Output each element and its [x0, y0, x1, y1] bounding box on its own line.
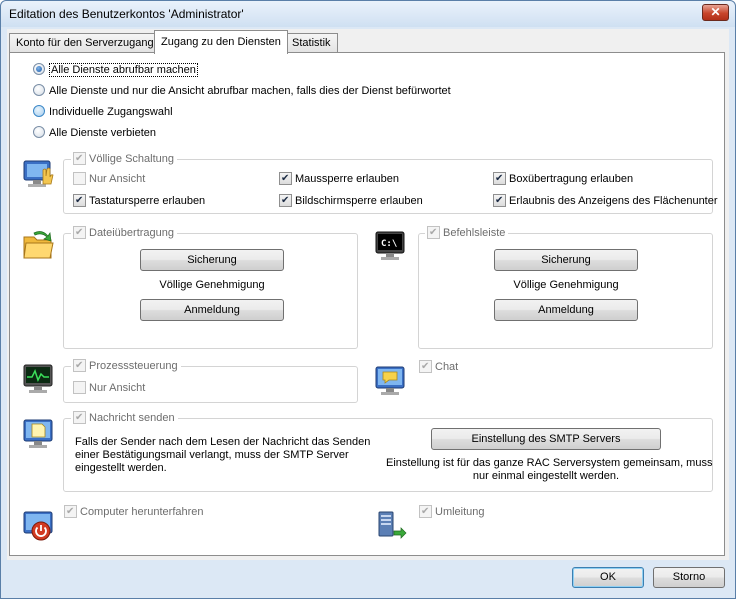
checkbox[interactable]	[73, 381, 86, 394]
checkbox[interactable]	[73, 172, 86, 185]
shutdown-icon	[23, 511, 53, 541]
checkbox-label: Chat	[435, 361, 459, 373]
radio-label: Alle Dienste und nur die Ansicht abrufba…	[49, 85, 451, 97]
command-line-legend[interactable]: Befehlsleiste	[425, 226, 509, 242]
legend-label: Nachricht senden	[89, 412, 175, 424]
file-transfer-checkbox[interactable]	[73, 226, 86, 239]
tab-service-access[interactable]: Zugang zu den Diensten	[154, 30, 288, 54]
close-button[interactable]: ✕	[702, 4, 729, 21]
radio-button[interactable]	[33, 63, 45, 75]
tab-statistics[interactable]: Statistik	[285, 33, 338, 53]
legend-label: Befehlsleiste	[443, 227, 506, 239]
checkbox-label: Tastatursperre erlauben	[89, 195, 206, 207]
process-control-checkbox[interactable]	[73, 359, 86, 372]
file-transfer-permission-text: Völlige Genehmigung	[159, 279, 265, 291]
radio-label: Alle Dienste verbieten	[49, 127, 157, 139]
svg-text:C:\: C:\	[381, 239, 397, 249]
radio-button[interactable]	[33, 84, 45, 96]
radio-individual-access[interactable]: Individuelle Zugangswahl	[33, 105, 173, 121]
full-control-checkbox[interactable]	[73, 152, 86, 165]
checkbox[interactable]	[419, 360, 432, 373]
checkbox-shutdown[interactable]: Computer herunterfahren	[64, 505, 204, 521]
checkbox[interactable]	[279, 172, 292, 185]
smtp-note: Einstellung ist für das ganze RAC Server…	[386, 457, 713, 483]
title-bar[interactable]: Editation des Benutzerkontos 'Administra…	[1, 1, 735, 27]
checkbox-label: Computer herunterfahren	[80, 506, 204, 518]
checkbox-show-desktop[interactable]: Erlaubnis des Anzeigens des Flächenunter	[493, 194, 718, 210]
checkbox[interactable]	[493, 172, 506, 185]
redirect-icon	[378, 511, 407, 539]
note-line: Einstellung ist für das ganze RAC Server…	[386, 457, 713, 469]
checkbox-label: Maussperre erlauben	[295, 173, 399, 185]
remote-control-icon	[23, 160, 54, 187]
checkbox[interactable]	[279, 194, 292, 207]
file-transfer-login-button[interactable]: Anmeldung	[140, 299, 284, 321]
radio-button[interactable]	[33, 105, 45, 117]
note-line: nur einmal eingestellt werden.	[472, 470, 620, 482]
checkbox-label: Boxübertragung erlauben	[509, 173, 634, 185]
ok-button[interactable]: OK	[572, 567, 644, 588]
checkbox[interactable]	[493, 194, 506, 207]
file-transfer-legend[interactable]: Dateiübertragung	[71, 226, 178, 242]
command-line-security-button[interactable]: Sicherung	[494, 249, 638, 271]
tab-label: Konto für den Serverzugang	[16, 37, 154, 49]
checkbox-process-view-only[interactable]: Nur Ansicht	[73, 381, 145, 397]
checkbox-label: Bildschirmsperre erlauben	[295, 195, 423, 207]
radio-button[interactable]	[33, 126, 45, 138]
checkbox-label: Erlaubnis des Anzeigens des Flächenunter	[509, 195, 718, 207]
process-control-legend[interactable]: Prozesssteuerung	[71, 359, 181, 375]
checkbox-label: Umleitung	[435, 506, 485, 518]
command-line-permission-text: Völlige Genehmigung	[513, 279, 619, 291]
command-line-login-button[interactable]: Anmeldung	[494, 299, 638, 321]
checkbox-mouse-lock[interactable]: Maussperre erlauben	[279, 172, 399, 188]
description-line: einer Bestätigungsmail verlangt, muss de…	[75, 449, 349, 461]
radio-all-services[interactable]: Alle Dienste abrufbar machen	[33, 63, 198, 79]
legend-label: Prozesssteuerung	[89, 360, 178, 372]
file-transfer-security-button[interactable]: Sicherung	[140, 249, 284, 271]
legend-label: Dateiübertragung	[89, 227, 175, 239]
send-message-checkbox[interactable]	[73, 411, 86, 424]
smtp-description: Falls der Sender nach dem Lesen der Nach…	[75, 436, 370, 475]
checkbox[interactable]	[419, 505, 432, 518]
send-message-legend[interactable]: Nachricht senden	[71, 411, 178, 427]
command-line-icon: C:\	[375, 231, 405, 260]
radio-view-only-services[interactable]: Alle Dienste und nur die Ansicht abrufba…	[33, 84, 451, 100]
smtp-settings-button[interactable]: Einstellung des SMTP Servers	[431, 428, 661, 450]
checkbox-redirect[interactable]: Umleitung	[419, 505, 485, 521]
chat-icon	[375, 366, 405, 395]
checkbox-chat[interactable]: Chat	[419, 360, 458, 376]
radio-deny-all[interactable]: Alle Dienste verbieten	[33, 126, 156, 142]
process-monitor-icon	[23, 364, 53, 393]
cancel-button[interactable]: Storno	[653, 567, 725, 588]
checkbox[interactable]	[64, 505, 77, 518]
description-line: eingestellt werden.	[75, 462, 167, 474]
checkbox-label: Nur Ansicht	[89, 382, 146, 394]
checkbox-label: Nur Ansicht	[89, 173, 146, 185]
legend-label: Völlige Schaltung	[89, 153, 175, 165]
checkbox-screen-lock[interactable]: Bildschirmsperre erlauben	[279, 194, 423, 210]
tab-server-account[interactable]: Konto für den Serverzugang	[9, 33, 161, 53]
file-transfer-icon	[23, 231, 54, 259]
checkbox-keyboard-lock[interactable]: Tastatursperre erlauben	[73, 194, 205, 210]
tab-label: Statistik	[292, 37, 331, 49]
window-title: Editation des Benutzerkontos 'Administra…	[9, 7, 244, 21]
full-control-legend[interactable]: Völlige Schaltung	[71, 152, 178, 168]
description-line: Falls der Sender nach dem Lesen der Nach…	[75, 436, 371, 448]
tab-label: Zugang zu den Diensten	[161, 36, 281, 48]
checkbox-box-transfer[interactable]: Boxübertragung erlauben	[493, 172, 633, 188]
radio-label: Alle Dienste abrufbar machen	[49, 63, 198, 77]
checkbox-view-only[interactable]: Nur Ansicht	[73, 172, 145, 188]
radio-label: Individuelle Zugangswahl	[49, 106, 173, 118]
send-message-icon	[23, 419, 53, 448]
command-line-checkbox[interactable]	[427, 226, 440, 239]
checkbox[interactable]	[73, 194, 86, 207]
